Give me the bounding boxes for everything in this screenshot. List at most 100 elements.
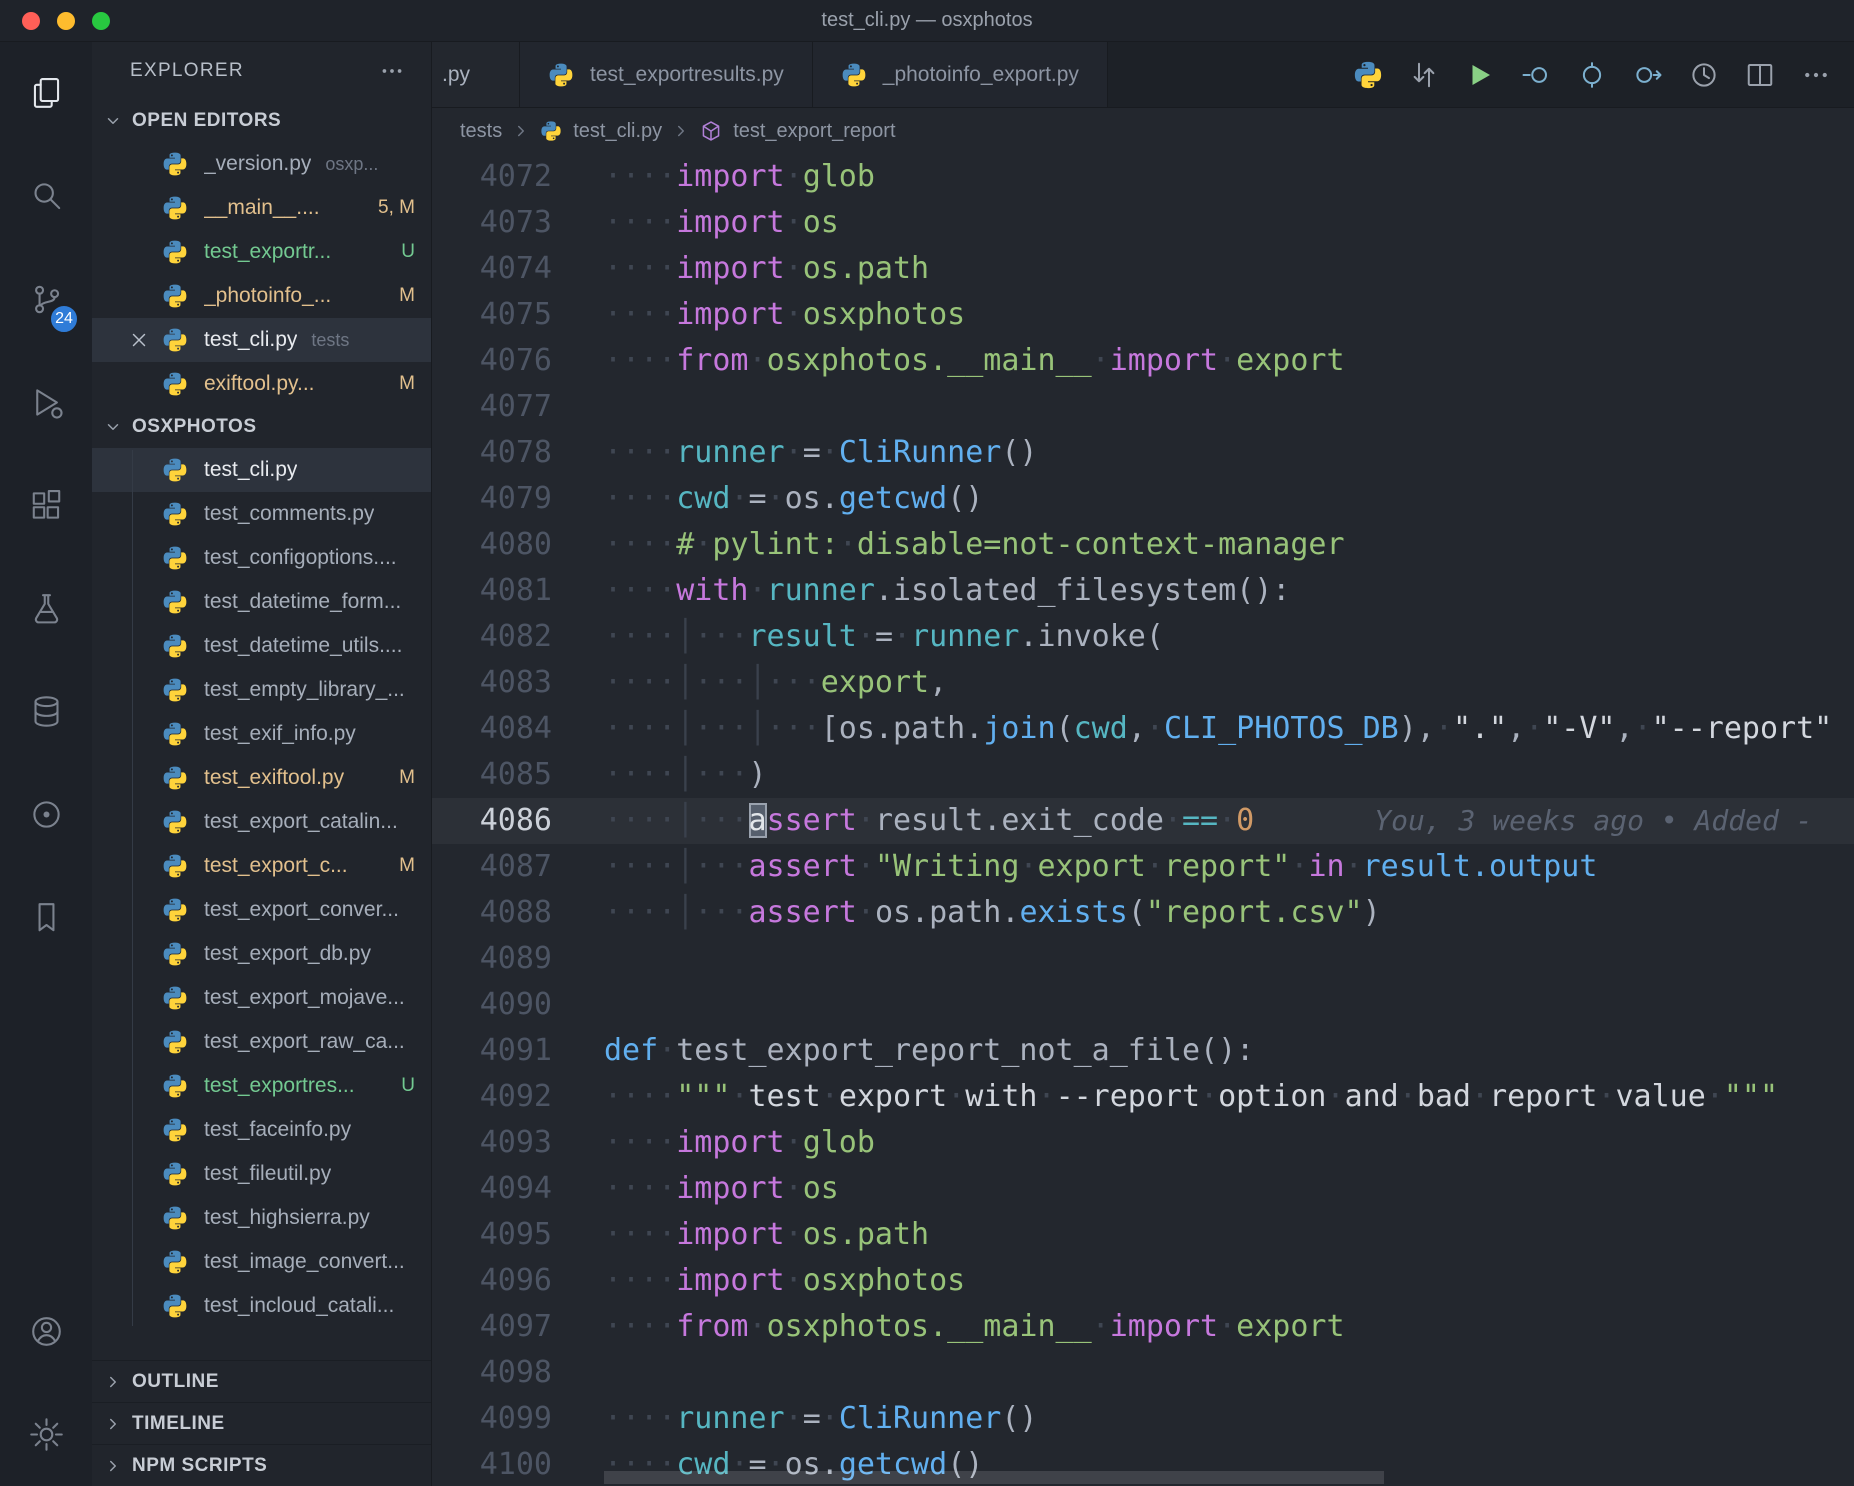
source-control-icon[interactable]: 24 [0, 248, 92, 351]
history-icon[interactable] [1676, 42, 1732, 108]
token: · [694, 527, 712, 562]
tab-py[interactable]: .py [432, 42, 520, 107]
open-editor-item[interactable]: test_exportr...U [92, 230, 431, 274]
open-editor-item[interactable]: exiftool.py...M [92, 362, 431, 406]
code-line[interactable]: 4089 [432, 936, 1854, 982]
testing-icon[interactable] [0, 557, 92, 660]
code-line[interactable]: 4085····│···) [432, 752, 1854, 798]
code-line[interactable]: 4090 [432, 982, 1854, 1028]
osxphotos-section-header[interactable]: OSXPHOTOS [92, 406, 431, 448]
code-line[interactable]: 4093····import·glob [432, 1120, 1854, 1166]
open-editors-header[interactable]: OPEN EDITORS [92, 100, 431, 142]
settings-icon[interactable] [0, 1383, 92, 1486]
circle-outline-icon[interactable] [1564, 42, 1620, 108]
code-line[interactable]: 4078····runner·=·CliRunner() [432, 430, 1854, 476]
tree-item-test-empty-library[interactable]: test_empty_library_... [92, 668, 431, 712]
breadcrumb-item-test-export-report[interactable]: test_export_report [700, 120, 895, 143]
circle-arrow-icon[interactable] [1620, 42, 1676, 108]
code-line[interactable]: 4097····from·osxphotos.__main__·import·e… [432, 1304, 1854, 1350]
open-editor-item[interactable]: _version.pyosxp... [92, 142, 431, 186]
tree-item-test-configoptions[interactable]: test_configoptions.... [92, 536, 431, 580]
tree-item-test-export-raw-ca[interactable]: test_export_raw_ca... [92, 1020, 431, 1064]
token: with [965, 1079, 1037, 1114]
compare-changes-icon[interactable] [1396, 42, 1452, 108]
zoom-window-button[interactable] [92, 12, 110, 30]
python-interpreter-icon[interactable] [1340, 42, 1396, 108]
code-line[interactable]: 4087····│···assert·"Writing·export·repor… [432, 844, 1854, 890]
more-actions-icon[interactable] [379, 58, 405, 84]
code-line[interactable]: 4079····cwd·=·os.getcwd() [432, 476, 1854, 522]
tree-item-test-exif-info-py[interactable]: test_exif_info.py [92, 712, 431, 756]
tree-item-test-export-mojave[interactable]: test_export_mojave... [92, 976, 431, 1020]
code-line[interactable]: 4072····import·glob [432, 154, 1854, 200]
code-line[interactable]: 4083····│···│···export, [432, 660, 1854, 706]
code-line[interactable]: 4088····│···assert·os.path.exists("repor… [432, 890, 1854, 936]
token: os.path. [875, 895, 1020, 930]
tree-item-test-image-convert[interactable]: test_image_convert... [92, 1240, 431, 1284]
section-outline[interactable]: OUTLINE [92, 1360, 431, 1402]
section-npm-scripts[interactable]: NPM SCRIPTS [92, 1444, 431, 1486]
code-line[interactable]: 4099····runner·=·CliRunner() [432, 1396, 1854, 1442]
code-line[interactable]: 4082····│···result·=·runner.invoke( [432, 614, 1854, 660]
code-line[interactable]: 4084····│···│···[os.path.join(cwd,·CLI_P… [432, 706, 1854, 752]
tree-item-test-export-conver[interactable]: test_export_conver... [92, 888, 431, 932]
code-line[interactable]: 4081····with·runner.isolated_filesystem(… [432, 568, 1854, 614]
token: · [1218, 343, 1236, 378]
dash-circle-icon[interactable] [1508, 42, 1564, 108]
tree-item-test-faceinfo-py[interactable]: test_faceinfo.py [92, 1108, 431, 1152]
code-line[interactable]: 4076····from·osxphotos.__main__·import·e… [432, 338, 1854, 384]
run-python-file-icon[interactable] [1452, 42, 1508, 108]
tree-item-test-export-db-py[interactable]: test_export_db.py [92, 932, 431, 976]
section-timeline[interactable]: TIMELINE [92, 1402, 431, 1444]
record-icon[interactable] [0, 763, 92, 866]
code-line[interactable]: 4077 [432, 384, 1854, 430]
close-icon[interactable] [128, 329, 162, 351]
python-file-icon [162, 151, 192, 177]
run-debug-icon[interactable] [0, 351, 92, 454]
open-editor-item[interactable]: test_cli.pytests [92, 318, 431, 362]
breadcrumb-item-tests[interactable]: tests [460, 120, 502, 143]
code-line[interactable]: 4098 [432, 1350, 1854, 1396]
tree-item-test-datetime-form[interactable]: test_datetime_form... [92, 580, 431, 624]
code-line[interactable]: 4096····import·osxphotos [432, 1258, 1854, 1304]
tree-item-test-exportres[interactable]: test_exportres...U [92, 1064, 431, 1108]
tree-item-test-export-c[interactable]: test_export_c...M [92, 844, 431, 888]
code-line[interactable]: 4095····import·os.path [432, 1212, 1854, 1258]
code-line[interactable]: 4074····import·os.path [432, 246, 1854, 292]
tree-item-test-export-catalin[interactable]: test_export_catalin... [92, 800, 431, 844]
python-file-icon [162, 457, 192, 483]
code-line[interactable]: 4094····import·os [432, 1166, 1854, 1212]
tree-item-test-fileutil-py[interactable]: test_fileutil.py [92, 1152, 431, 1196]
split-editor-icon[interactable] [1732, 42, 1788, 108]
code-line[interactable]: 4092····"""·test·export·with·--report·op… [432, 1074, 1854, 1120]
tree-item-test-cli-py[interactable]: test_cli.py [92, 448, 431, 492]
tab-photoinfo-export-py[interactable]: _photoinfo_export.py [813, 42, 1108, 107]
token: CliRunner [839, 1401, 1002, 1436]
close-window-button[interactable] [22, 12, 40, 30]
search-icon[interactable] [0, 145, 92, 248]
tree-item-test-comments-py[interactable]: test_comments.py [92, 492, 431, 536]
code-line[interactable]: 4073····import·os [432, 200, 1854, 246]
tree-item-test-datetime-utils[interactable]: test_datetime_utils.... [92, 624, 431, 668]
code-line[interactable]: 4075····import·osxphotos [432, 292, 1854, 338]
extensions-icon[interactable] [0, 454, 92, 557]
account-icon[interactable] [0, 1280, 92, 1383]
database-icon[interactable] [0, 660, 92, 763]
more-actions-icon[interactable] [1788, 42, 1844, 108]
minimize-window-button[interactable] [57, 12, 75, 30]
breadcrumb-item-test-cli-py[interactable]: test_cli.py [540, 120, 662, 143]
horizontal-scrollbar[interactable] [604, 1471, 1384, 1484]
tree-item-test-highsierra-py[interactable]: test_highsierra.py [92, 1196, 431, 1240]
tree-item-test-exiftool-py[interactable]: test_exiftool.pyM [92, 756, 431, 800]
explorer-icon[interactable] [0, 42, 92, 145]
open-editor-item[interactable]: _photoinfo_...M [92, 274, 431, 318]
bookmarks-icon[interactable] [0, 866, 92, 969]
code-line[interactable]: 4080····#·pylint:·disable=not-context-ma… [432, 522, 1854, 568]
tab-test-exportresults-py[interactable]: test_exportresults.py [520, 42, 813, 107]
code-line[interactable]: 4086····│···assert·result.exit_code·==·0… [432, 798, 1854, 844]
tree-item-test-incloud-catali[interactable]: test_incloud_catali... [92, 1284, 431, 1328]
token: import [1110, 343, 1218, 378]
open-editor-item[interactable]: __main__....5, M [92, 186, 431, 230]
code-line[interactable]: 4091def·test_export_report_not_a_file(): [432, 1028, 1854, 1074]
code-editor[interactable]: 4072····import·glob4073····import·os4074… [432, 154, 1854, 1486]
